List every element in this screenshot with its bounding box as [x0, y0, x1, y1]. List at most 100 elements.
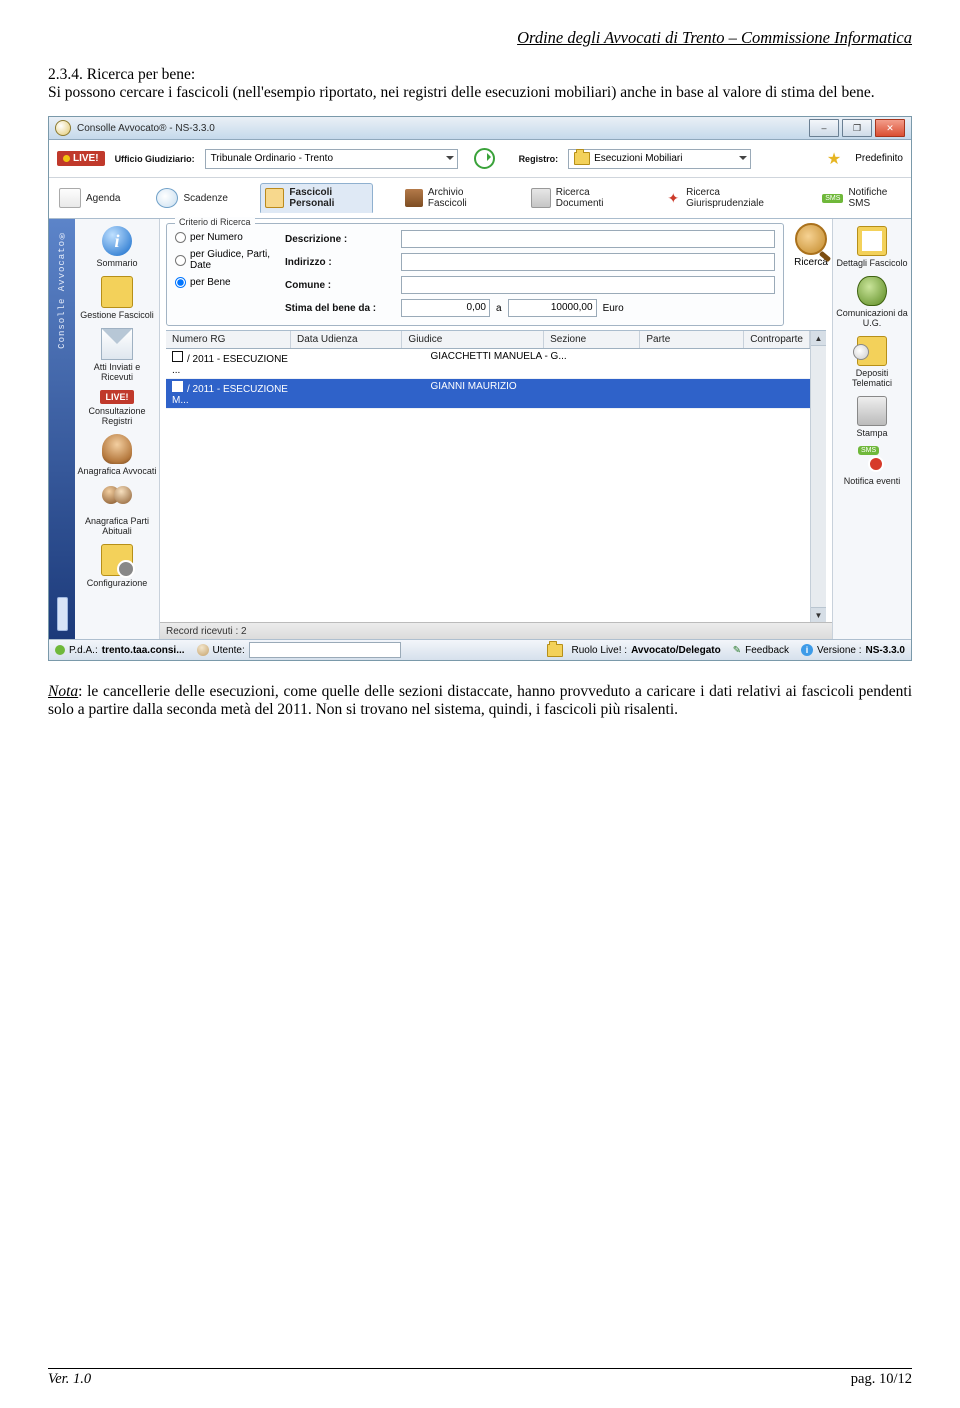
favorite-icon[interactable]: ★ [827, 149, 841, 169]
indirizzo-input[interactable] [401, 253, 775, 271]
right-actions: Dettagli Fascicolo Comunicazioni da U.G.… [832, 219, 911, 639]
app-window: Consolle Avvocato® - NS-3.3.0 – ❐ ✕ LIVE… [48, 116, 912, 661]
nota-label: Nota [48, 683, 78, 700]
col-data-udienza[interactable]: Data Udienza [291, 331, 402, 348]
globe-icon [857, 276, 887, 306]
scroll-up-icon[interactable]: ▲ [811, 331, 826, 346]
nav-anagrafica-avvocati[interactable]: Anagrafica Avvocati [75, 430, 159, 480]
radio-per-bene[interactable]: per Bene [175, 277, 275, 288]
maximize-button[interactable]: ❐ [842, 119, 872, 137]
left-nav: Sommario Gestione Fascicoli Atti Inviati… [75, 219, 160, 639]
live-badge: LIVE! [57, 151, 105, 166]
settings-icon [101, 544, 133, 576]
action-depositi[interactable]: Depositi Telematici [833, 332, 911, 392]
tab-notifiche-sms[interactable]: SMSNotifiche SMS [818, 184, 905, 212]
radio-per-giudice[interactable]: per Giudice, Parti, Date [175, 249, 275, 271]
nav-gestione-fascicoli[interactable]: Gestione Fascicoli [75, 272, 159, 324]
tab-scadenze[interactable]: Scadenze [152, 185, 231, 211]
nota-paragraph: Nota: le cancellerie delle esecuzioni, c… [48, 683, 912, 719]
search-criteria-group: Criterio di Ricerca per Numero per Giudi… [166, 223, 784, 326]
feedback-link[interactable]: ✎Feedback [733, 645, 789, 656]
footer-version: Ver. 1.0 [48, 1371, 91, 1388]
nav-configurazione[interactable]: Configurazione [75, 540, 159, 592]
col-controparte[interactable]: Controparte [744, 331, 810, 348]
titlebar: Consolle Avvocato® - NS-3.3.0 – ❐ ✕ [49, 117, 911, 140]
ufficio-select[interactable]: Tribunale Ordinario - Trento [205, 149, 458, 169]
tab-ricerca-giurisprudenziale[interactable]: ✦Ricerca Giurisprudenziale [661, 184, 790, 212]
radio-per-numero[interactable]: per Numero [175, 232, 275, 243]
nav-atti[interactable]: Atti Inviati e Ricevuti [75, 324, 159, 386]
scroll-down-icon[interactable]: ▼ [811, 607, 826, 622]
print-icon [857, 396, 887, 426]
col-sezione[interactable]: Sezione [544, 331, 640, 348]
refresh-icon[interactable] [474, 148, 495, 169]
sms-icon: SMS [822, 194, 843, 203]
comune-input[interactable] [401, 276, 775, 294]
stima-da-input[interactable]: 0,00 [401, 299, 490, 317]
scrollbar[interactable]: ▲ ▼ [810, 331, 826, 622]
collapse-rail[interactable]: Consolle Avvocato® [49, 219, 75, 639]
col-parte[interactable]: Parte [640, 331, 744, 348]
app-icon [55, 120, 71, 136]
deposit-icon [857, 336, 887, 366]
tab-agenda[interactable]: Agenda [55, 185, 124, 211]
record-count-bar: Record ricevuti : 2 [160, 622, 832, 639]
nav-sommario[interactable]: Sommario [75, 222, 159, 272]
nota-body: : le cancellerie delle esecuzioni, come … [48, 683, 912, 718]
search-button[interactable]: Ricerca [790, 219, 832, 272]
row-marker-icon [172, 381, 183, 392]
info-icon: i [801, 644, 813, 656]
pda-label: P.d.A.: [69, 645, 98, 656]
tab-bar: Agenda Scadenze Fascicoli Personali Arch… [49, 178, 911, 219]
status-dot-icon [55, 645, 65, 655]
folder-icon [547, 644, 563, 657]
section-heading: 2.3.4. Ricerca per bene: [48, 66, 912, 84]
nav-anagrafica-parti[interactable]: Anagrafica Parti Abituali [75, 480, 159, 540]
minimize-button[interactable]: – [809, 119, 839, 137]
results-table: Numero RG Data Udienza Giudice Sezione P… [166, 330, 826, 622]
predefinito-label[interactable]: Predefinito [855, 153, 903, 164]
details-icon [857, 226, 887, 256]
info-icon [102, 226, 132, 256]
folder-icon [101, 276, 133, 308]
utente-label: Utente: [213, 645, 245, 656]
calendar-icon [59, 188, 81, 208]
action-dettagli-fascicolo[interactable]: Dettagli Fascicolo [833, 222, 911, 272]
ribbon: LIVE! Ufficio Giudiziario: Tribunale Ord… [49, 140, 911, 178]
comune-label: Comune : [285, 280, 395, 291]
registro-select[interactable]: Esecuzioni Mobiliari [568, 149, 751, 169]
ruolo-value: Avvocato/Delegato [631, 645, 721, 656]
criteria-legend: Criterio di Ricerca [175, 217, 255, 227]
col-giudice[interactable]: Giudice [402, 331, 544, 348]
currency-label: Euro [603, 303, 624, 314]
sms-alert-icon [858, 446, 886, 474]
table-header: Numero RG Data Udienza Giudice Sezione P… [166, 331, 810, 349]
nav-consultazione[interactable]: LIVE!Consultazione Registri [75, 386, 159, 430]
action-notifica-eventi[interactable]: Notifica eventi [833, 442, 911, 490]
rail-label: Consolle Avvocato® [57, 229, 67, 349]
table-row[interactable]: / 2011 - ESECUZIONE M... GIANNI MAURIZIO [166, 379, 810, 409]
stima-da-label: Stima del bene da : [285, 303, 395, 314]
rail-handle-icon[interactable] [57, 597, 68, 631]
descrizione-label: Descrizione : [285, 234, 395, 245]
action-comunicazioni[interactable]: Comunicazioni da U.G. [833, 272, 911, 332]
tab-fascicoli-personali[interactable]: Fascicoli Personali [260, 183, 373, 213]
spark-icon: ✦ [665, 189, 681, 207]
descrizione-input[interactable] [401, 230, 775, 248]
action-stampa[interactable]: Stampa [833, 392, 911, 442]
mail-icon [101, 328, 133, 360]
utente-field[interactable] [249, 642, 401, 658]
user-icon [197, 644, 209, 656]
a-label: a [496, 303, 502, 314]
close-button[interactable]: ✕ [875, 119, 905, 137]
stima-a-input[interactable]: 10000,00 [508, 299, 597, 317]
tab-ricerca-documenti[interactable]: Ricerca Documenti [527, 184, 633, 212]
tab-archivio[interactable]: Archivio Fascicoli [401, 184, 499, 212]
folder-icon [265, 188, 284, 208]
col-numero-rg[interactable]: Numero RG [166, 331, 291, 348]
document-icon [531, 188, 550, 208]
page-footer: Ver. 1.0 pag. 10/12 [48, 1368, 912, 1388]
table-row[interactable]: / 2011 - ESECUZIONE ... GIACCHETTI MANUE… [166, 349, 810, 379]
clock-icon [156, 188, 178, 208]
footer-page: pag. 10/12 [851, 1371, 912, 1388]
